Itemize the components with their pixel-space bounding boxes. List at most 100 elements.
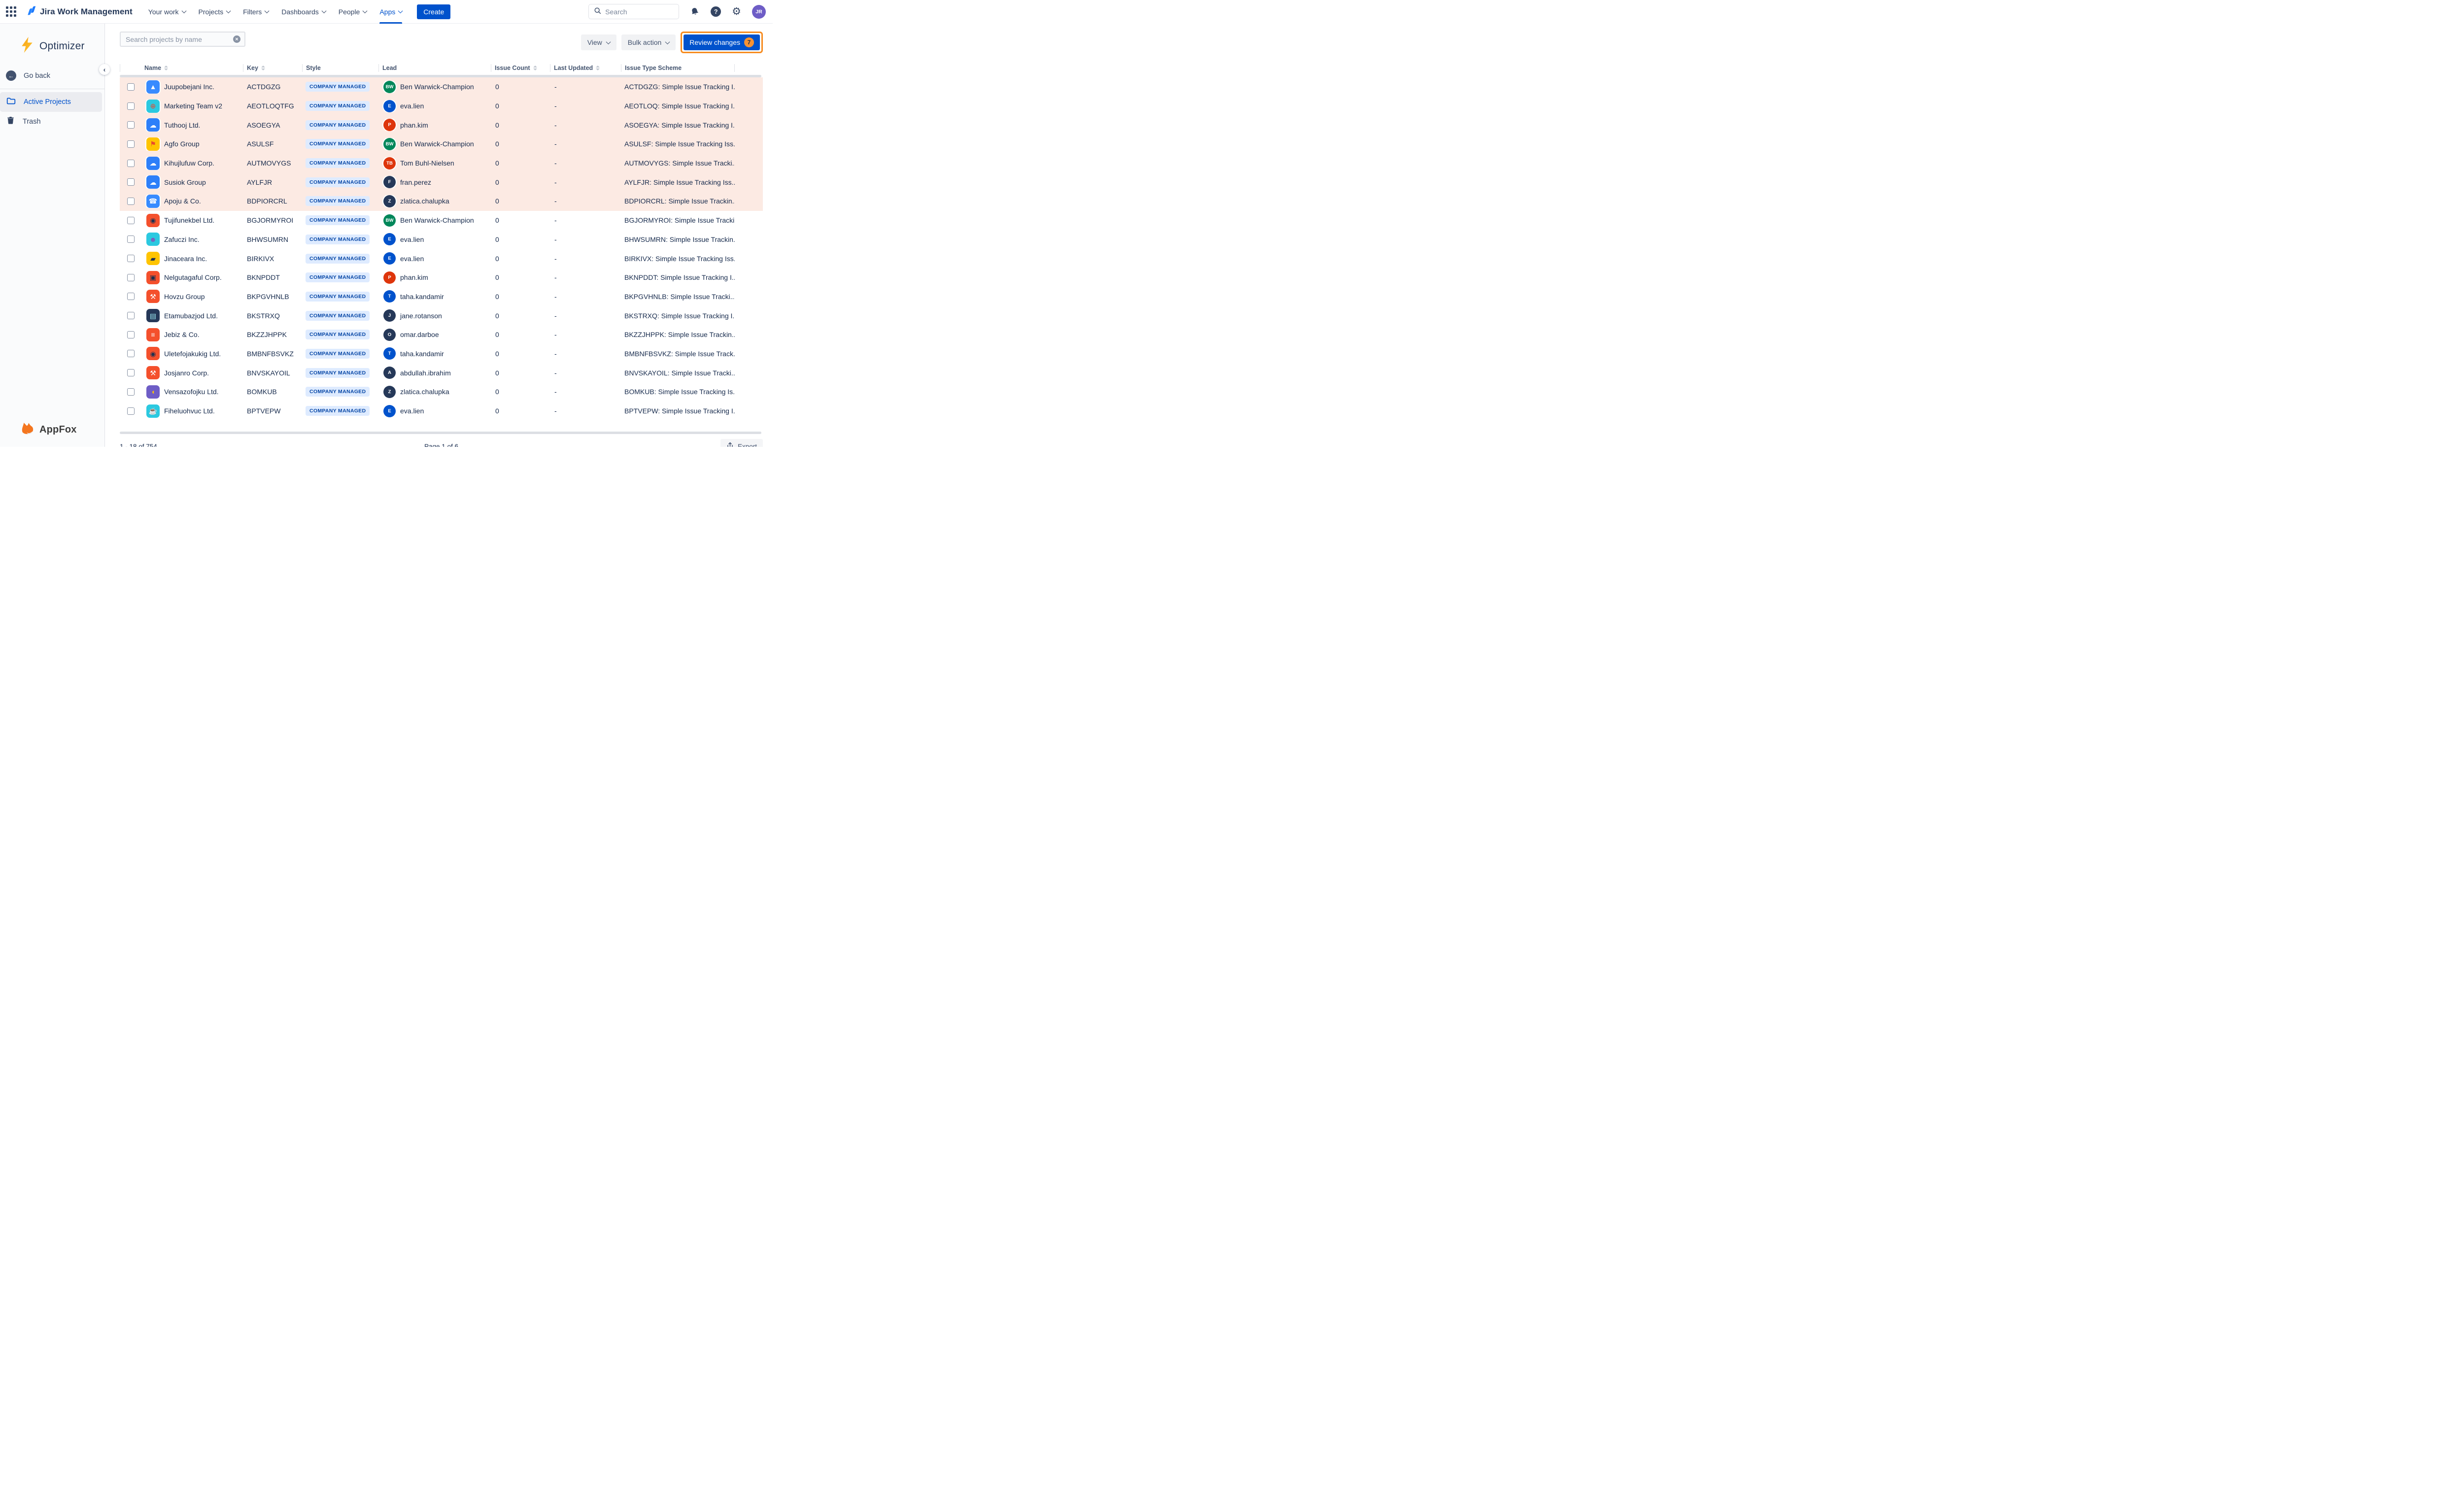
result-range: 1 - 18 of 754 bbox=[120, 443, 157, 447]
issue-type-scheme: AEOTLOQ: Simple Issue Tracking I... bbox=[621, 102, 735, 110]
row-checkbox[interactable] bbox=[127, 350, 135, 357]
nav-item-apps[interactable]: Apps bbox=[379, 0, 402, 24]
row-checkbox[interactable] bbox=[127, 293, 135, 300]
row-checkbox[interactable] bbox=[127, 198, 135, 205]
row-checkbox[interactable] bbox=[127, 274, 135, 281]
row-checkbox[interactable] bbox=[127, 331, 135, 338]
review-changes-highlight: Review changes 7 bbox=[681, 32, 763, 53]
issue-type-scheme: ACTDGZG: Simple Issue Tracking I... bbox=[621, 83, 735, 91]
nav-item-people[interactable]: People bbox=[339, 0, 367, 24]
flag-icon: ⚑ bbox=[146, 137, 160, 151]
issue-count: 0 bbox=[491, 235, 550, 243]
table-row[interactable]: ◉ Uletefojakukig Ltd. BMBNFBSVKZ COMPANY… bbox=[120, 344, 763, 364]
bulk-action-dropdown[interactable]: Bulk action bbox=[621, 34, 676, 50]
user-avatar[interactable]: JR bbox=[752, 5, 766, 19]
header-checkbox-column bbox=[120, 64, 141, 72]
nav-item-your-work[interactable]: Your work bbox=[148, 0, 186, 24]
issue-count: 0 bbox=[491, 197, 550, 205]
row-checkbox[interactable] bbox=[127, 178, 135, 186]
chevron-down-icon bbox=[606, 39, 611, 44]
table-row[interactable]: ⚒ Hovzu Group BKPGVHNLB COMPANY MANAGED … bbox=[120, 287, 763, 306]
table-row[interactable]: ◖ Vensazofojku Ltd. BOMKUB COMPANY MANAG… bbox=[120, 382, 763, 402]
row-checkbox[interactable] bbox=[127, 217, 135, 224]
jira-brand[interactable]: Jira Work Management bbox=[25, 5, 133, 19]
row-checkbox[interactable] bbox=[127, 121, 135, 129]
table-row[interactable]: ▲ Juupobejani Inc. ACTDGZG COMPANY MANAG… bbox=[120, 77, 763, 97]
table-row[interactable]: ⚑ Agfo Group ASULSF COMPANY MANAGED BW B… bbox=[120, 134, 763, 154]
project-name: Hovzu Group bbox=[164, 293, 205, 301]
main-content: × View Bulk action Review changes 7 bbox=[105, 24, 773, 447]
nav-item-projects[interactable]: Projects bbox=[199, 0, 231, 24]
table-row[interactable]: ▰ Jinaceara Inc. BIRKIVX COMPANY MANAGED… bbox=[120, 249, 763, 268]
settings-gear-icon[interactable]: ⚙ bbox=[732, 6, 741, 17]
sidebar-item-active-projects[interactable]: Active Projects bbox=[0, 92, 102, 112]
row-checkbox[interactable] bbox=[127, 312, 135, 319]
header-name[interactable]: Name bbox=[141, 64, 243, 72]
last-updated: - bbox=[550, 83, 621, 91]
go-back-button[interactable]: ← Go back bbox=[6, 70, 104, 81]
notifications-bell-icon[interactable] bbox=[690, 7, 700, 17]
toolbar: × View Bulk action Review changes 7 bbox=[120, 32, 763, 53]
lightning-bolt-icon bbox=[20, 36, 34, 56]
sidebar-collapse-button[interactable]: ‹ bbox=[99, 64, 110, 75]
cloud-icon: ☁ bbox=[146, 175, 160, 189]
table-row[interactable]: ☁ Kihujlufuw Corp. AUTMOVYGS COMPANY MAN… bbox=[120, 154, 763, 173]
chevron-down-icon bbox=[398, 8, 403, 13]
table-row[interactable]: ☎ Apoju & Co. BDPIORCRL COMPANY MANAGED … bbox=[120, 192, 763, 211]
style-badge: COMPANY MANAGED bbox=[306, 177, 370, 187]
table-row[interactable]: ▤ Etamubazjod Ltd. BKSTRXQ COMPANY MANAG… bbox=[120, 306, 763, 325]
row-checkbox[interactable] bbox=[127, 255, 135, 262]
help-icon[interactable]: ? bbox=[711, 6, 721, 17]
row-checkbox[interactable] bbox=[127, 235, 135, 243]
folder-icon bbox=[6, 97, 16, 107]
row-checkbox[interactable] bbox=[127, 102, 135, 110]
table-row[interactable]: ▣ Nelgutagaful Corp. BKNPDDT COMPANY MAN… bbox=[120, 268, 763, 287]
export-button[interactable]: Export bbox=[720, 439, 763, 447]
row-checkbox[interactable] bbox=[127, 83, 135, 91]
previous-page-arrow-icon[interactable]: ← bbox=[403, 442, 411, 447]
project-key: ASULSF bbox=[243, 140, 302, 148]
table-row[interactable]: ≡ Jebiz & Co. BKZZJHPPK COMPANY MANAGED … bbox=[120, 325, 763, 344]
lead-avatar: P bbox=[383, 271, 396, 284]
view-dropdown[interactable]: View bbox=[581, 34, 616, 50]
review-changes-button[interactable]: Review changes 7 bbox=[684, 34, 760, 50]
row-checkbox[interactable] bbox=[127, 407, 135, 415]
issue-type-scheme: AYLFJR: Simple Issue Tracking Iss... bbox=[621, 178, 735, 186]
nav-item-filters[interactable]: Filters bbox=[243, 0, 269, 24]
next-page-arrow-icon[interactable]: → bbox=[471, 442, 479, 447]
table-row[interactable]: ☕ Fiheluohvuc Ltd. BPTVEPW COMPANY MANAG… bbox=[120, 402, 763, 421]
global-search-input[interactable] bbox=[605, 8, 674, 16]
sidebar-item-trash[interactable]: Trash bbox=[0, 112, 102, 132]
row-checkbox[interactable] bbox=[127, 388, 135, 396]
last-updated: - bbox=[550, 216, 621, 224]
table-row[interactable]: ⊕ Marketing Team v2 AEOTLOQTFG COMPANY M… bbox=[120, 97, 763, 116]
create-button[interactable]: Create bbox=[417, 4, 450, 19]
row-checkbox[interactable] bbox=[127, 160, 135, 167]
issue-type-scheme: BDPIORCRL: Simple Issue Trackin... bbox=[621, 197, 735, 205]
row-checkbox[interactable] bbox=[127, 369, 135, 376]
table-row[interactable]: ☁ Susiok Group AYLFJR COMPANY MANAGED F … bbox=[120, 172, 763, 192]
row-checkbox[interactable] bbox=[127, 140, 135, 148]
table-row[interactable]: ⚒ Josjanro Corp. BNVSKAYOIL COMPANY MANA… bbox=[120, 363, 763, 382]
clear-search-icon[interactable]: × bbox=[233, 35, 240, 43]
lead-avatar: E bbox=[383, 233, 396, 245]
last-updated: - bbox=[550, 312, 621, 320]
style-badge: COMPANY MANAGED bbox=[306, 330, 370, 339]
header-key[interactable]: Key bbox=[243, 64, 302, 72]
project-search[interactable]: × bbox=[120, 32, 245, 47]
header-issue-count[interactable]: Issue Count bbox=[491, 64, 550, 72]
header-last-updated[interactable]: Last Updated bbox=[550, 64, 621, 72]
project-name: Zafuczi Inc. bbox=[164, 235, 200, 243]
table-row[interactable]: ◉ Tujifunekbel Ltd. BGJORMYROI COMPANY M… bbox=[120, 211, 763, 230]
chevron-down-icon bbox=[665, 39, 670, 44]
global-search[interactable] bbox=[588, 4, 679, 19]
app-switcher-icon[interactable] bbox=[6, 6, 16, 17]
issue-count: 0 bbox=[491, 388, 550, 396]
project-key: BOMKUB bbox=[243, 388, 302, 396]
horizontal-scrollbar-bottom[interactable] bbox=[120, 432, 761, 434]
project-search-input[interactable] bbox=[126, 35, 233, 43]
table-row[interactable]: ☻ Zafuczi Inc. BHWSUMRN COMPANY MANAGED … bbox=[120, 230, 763, 249]
nav-item-dashboards[interactable]: Dashboards bbox=[281, 0, 326, 24]
table-row[interactable]: ☁ Tuthooj Ltd. ASOEGYA COMPANY MANAGED P… bbox=[120, 115, 763, 134]
lead-name: taha.kandamir bbox=[400, 350, 444, 358]
